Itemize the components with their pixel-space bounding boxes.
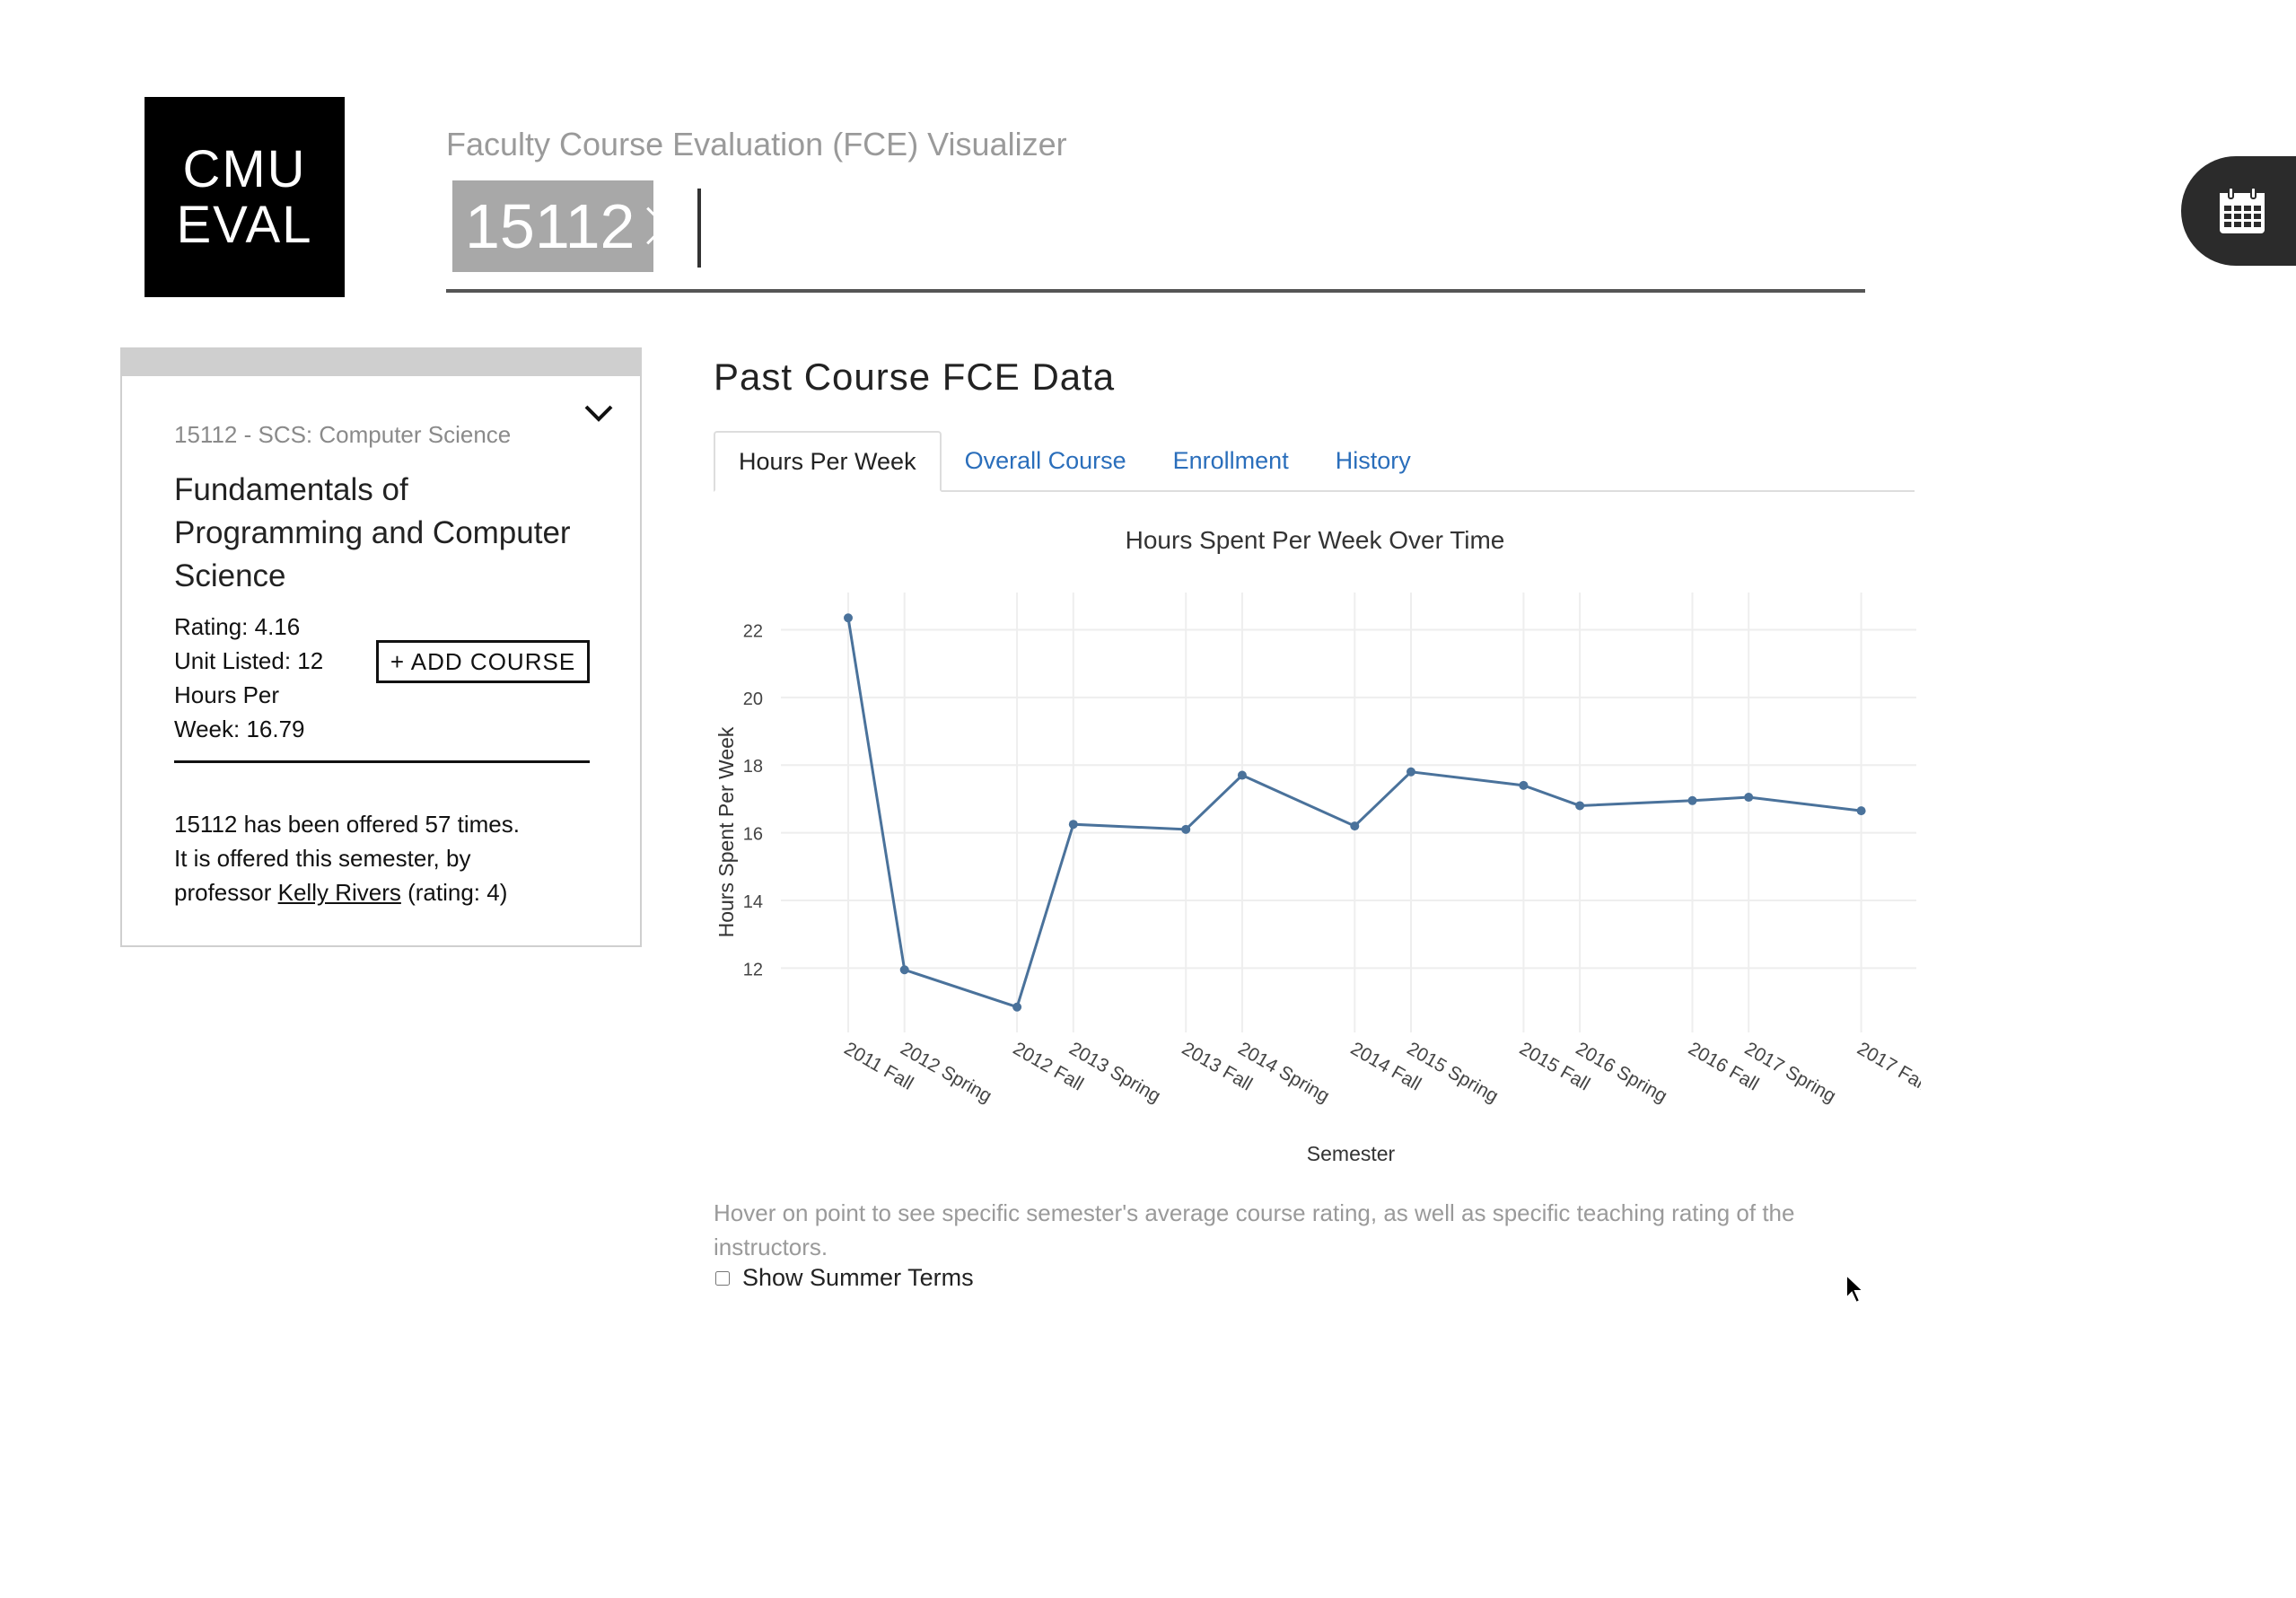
data-point: [1237, 770, 1247, 780]
offered-semester: It is offered this semester, by: [174, 845, 471, 872]
offered-count: 15112 has been offered 57 times.: [174, 811, 520, 838]
course-stats: Rating: 4.16 Unit Listed: 12 Hours Per W…: [174, 610, 363, 746]
tab-hours-per-week[interactable]: Hours Per Week: [714, 431, 942, 492]
professor-line: professor Kelly Rivers (rating: 4): [174, 875, 605, 909]
data-point: [1181, 824, 1191, 834]
data-point: [1350, 821, 1360, 831]
data-point: [1519, 780, 1529, 790]
add-course-button[interactable]: + ADD COURSE: [376, 640, 590, 683]
summer-terms-checkbox[interactable]: [715, 1270, 730, 1286]
calendar-icon: [2220, 187, 2265, 233]
professor-link[interactable]: Kelly Rivers: [278, 879, 401, 906]
x-axis-label: Semester: [1307, 1142, 1396, 1165]
hours-chart: Hours Spent Per Week Over Time 12 14 16 18 2…: [714, 526, 1921, 1165]
cmu-eval-logo[interactable]: CMU EVAL: [145, 97, 345, 297]
section-title: Past Course FCE Data: [714, 356, 1116, 398]
professor-prefix: professor: [174, 879, 272, 906]
x-tick-label: 2017 Fall: [1853, 1038, 1921, 1094]
data-point: [1744, 793, 1754, 803]
course-department: 15112 - SCS: Computer Science: [174, 421, 512, 448]
app-title: Faculty Course Evaluation (FCE) Visualiz…: [446, 126, 1067, 162]
data-point: [1012, 1002, 1022, 1012]
course-rating: Rating: 4.16: [174, 613, 301, 640]
chart-tabs: Hours Per Week Overall Course Enrollment…: [714, 431, 1915, 492]
card-divider: [174, 760, 590, 763]
y-tick-label: 18: [743, 757, 763, 777]
data-point: [1068, 820, 1078, 830]
logo-line-1: CMU: [182, 139, 307, 198]
chart-title: Hours Spent Per Week Over Time: [1126, 526, 1505, 554]
summer-terms-label: Show Summer Terms: [742, 1264, 974, 1291]
tab-enrollment[interactable]: Enrollment: [1150, 431, 1312, 490]
course-name: Fundamentals of Programming and Computer…: [174, 472, 571, 593]
data-point: [1407, 767, 1415, 777]
search-input[interactable]: [697, 189, 1853, 268]
summer-terms-toggle[interactable]: Show Summer Terms: [714, 1264, 974, 1292]
y-tick-label: 22: [743, 621, 763, 641]
y-axis-label: Hours Spent Per Week: [714, 726, 738, 937]
data-point: [1575, 801, 1585, 811]
data-point: [899, 965, 909, 975]
data-point: [1687, 795, 1697, 805]
logo-line-2: EVAL: [176, 195, 313, 254]
y-tick-label: 20: [743, 689, 763, 709]
tab-overall-course[interactable]: Overall Course: [942, 431, 1150, 490]
mouse-cursor-icon: [1845, 1273, 1866, 1304]
tab-history[interactable]: History: [1312, 431, 1434, 490]
chevron-down-icon[interactable]: [581, 400, 617, 426]
data-point: [844, 613, 853, 623]
card-top-bar: [122, 349, 640, 376]
search-chip: 15112: [452, 180, 653, 272]
y-tick-label: 12: [743, 960, 763, 979]
y-tick-label: 16: [743, 825, 763, 845]
data-point: [1856, 806, 1866, 816]
search-chip-label: 15112: [465, 191, 635, 261]
calendar-button[interactable]: [2181, 156, 2296, 266]
course-hours-value: Week: 16.79: [174, 716, 305, 742]
offering-info: 15112 has been offered 57 times. It is o…: [174, 807, 605, 909]
hover-hint: Hover on point to see specific semester'…: [714, 1199, 1795, 1260]
course-hours-label: Hours Per: [174, 681, 280, 708]
professor-rating: (rating: 4): [407, 879, 508, 906]
close-icon[interactable]: [644, 206, 653, 247]
course-search-bar: 15112: [446, 180, 1865, 293]
course-units: Unit Listed: 12: [174, 647, 324, 674]
y-tick-label: 14: [743, 892, 763, 912]
course-card: 15112 - SCS: Computer Science Fundamenta…: [120, 347, 642, 947]
